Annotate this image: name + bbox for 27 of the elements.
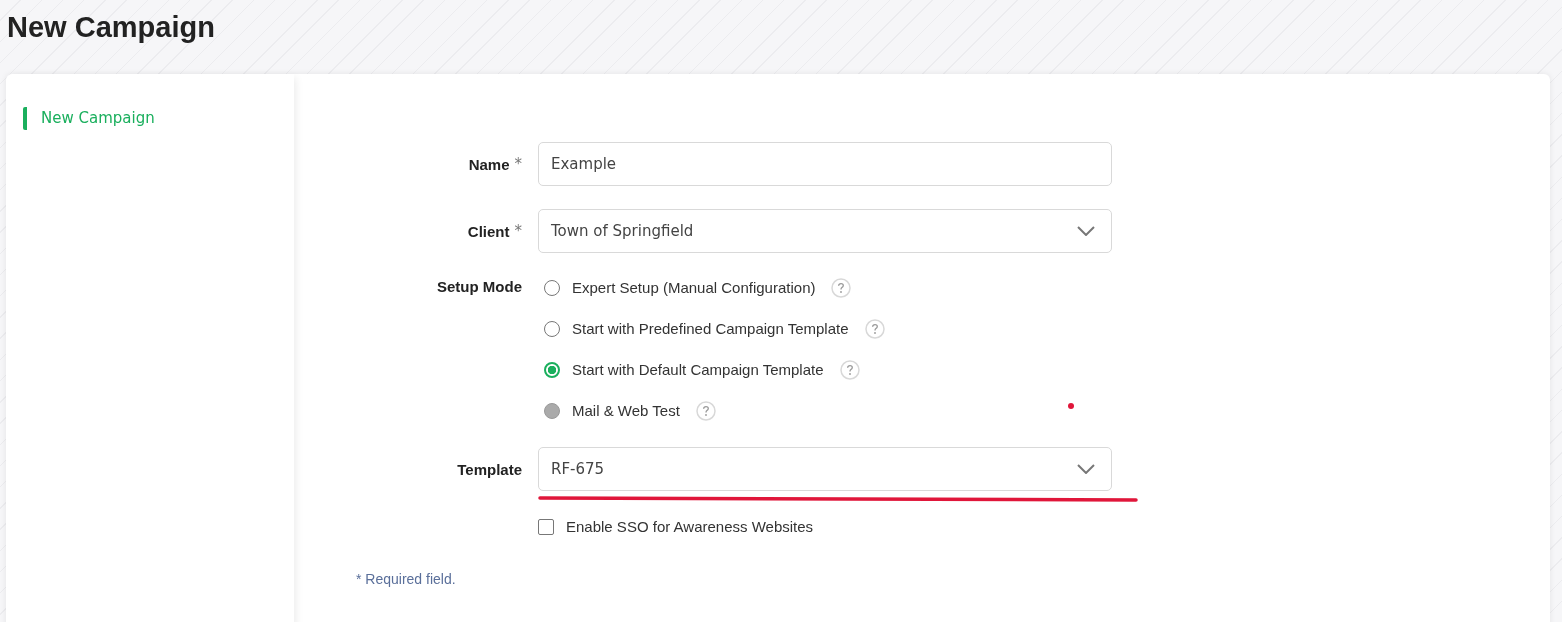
help-icon[interactable] (839, 359, 860, 380)
radio-button[interactable] (544, 279, 560, 296)
field-label: Name (468, 155, 510, 173)
radio-label: Expert Setup (Manual Configuration) (572, 279, 816, 296)
required-field-note: * Required field. (356, 571, 457, 587)
chevron-down-icon (1077, 226, 1095, 236)
radio-label: Start with Default Campaign Template (572, 361, 824, 378)
field-label: Template (457, 460, 522, 478)
radio-button[interactable] (544, 361, 560, 378)
chevron-down-icon (1077, 464, 1095, 474)
checkbox[interactable] (538, 518, 554, 535)
required-mark: * (514, 222, 522, 240)
name-input-field[interactable]: Example (538, 142, 1112, 186)
radio-label: Mail & Web Test (572, 402, 680, 419)
help-icon[interactable] (831, 277, 852, 298)
page-title: New Campaign (6, 10, 216, 45)
required-mark: * (514, 155, 522, 173)
radio-button[interactable] (544, 320, 560, 337)
help-icon[interactable] (695, 400, 716, 421)
field-label: Setup Mode (437, 278, 522, 295)
radio-label: Start with Predefined Campaign Template (572, 320, 849, 337)
select-field[interactable]: RF-675 (538, 447, 1112, 491)
annotation-dot (1068, 403, 1074, 409)
help-icon[interactable] (864, 318, 885, 339)
field-label: Client (467, 222, 510, 240)
select-field[interactable]: Town of Springfield (538, 209, 1112, 253)
checkbox-label: Enable SSO for Awareness Websites (566, 518, 814, 535)
